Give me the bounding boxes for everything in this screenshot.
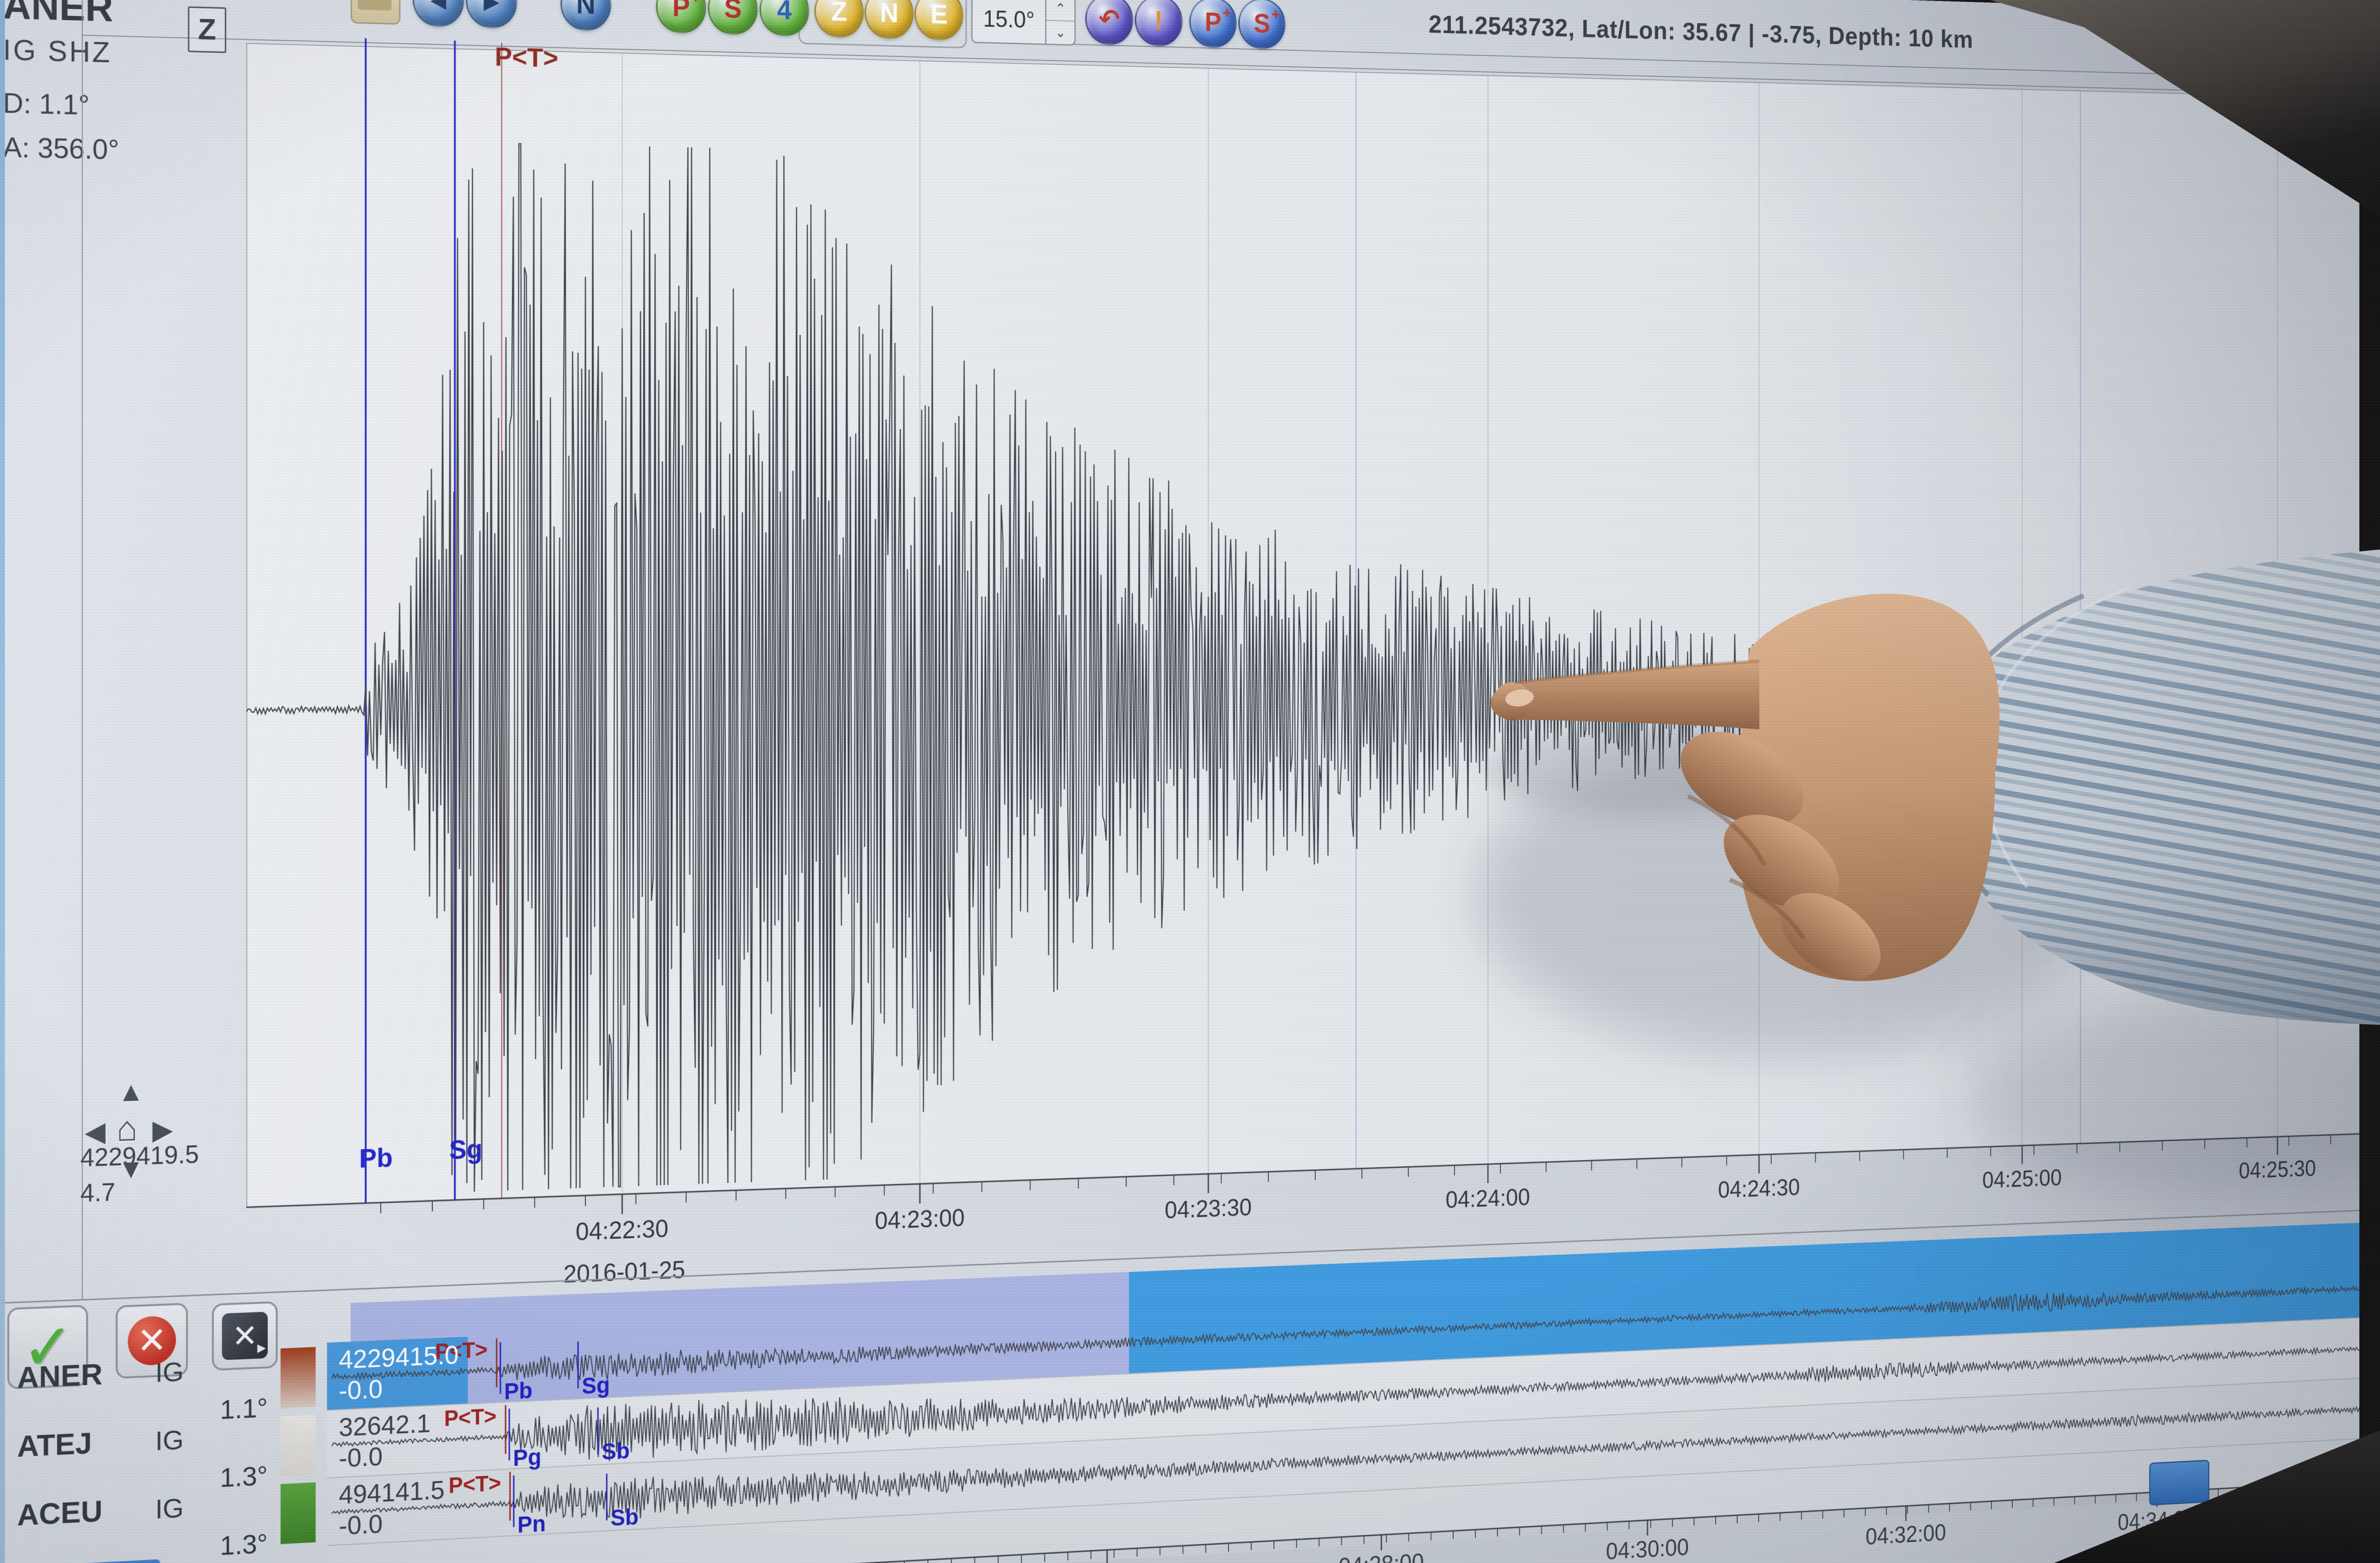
station-distance-label: D: 1.1° bbox=[3, 87, 89, 121]
theoretical-p-icon-glyph: P bbox=[1204, 9, 1221, 36]
home-button[interactable]: ⌂ bbox=[116, 1108, 138, 1149]
pick-s-icon[interactable]: S bbox=[708, 0, 758, 35]
pick-p-icon-glyph: P bbox=[672, 0, 690, 21]
time-axis-label: 04:24:30 bbox=[1702, 1173, 1816, 1204]
uncertainty-4-icon-glyph: 4 bbox=[777, 0, 792, 24]
component-e-button-glyph: E bbox=[930, 1, 947, 29]
align-n-icon[interactable]: N bbox=[561, 0, 611, 31]
align-n-icon-glyph: N bbox=[576, 0, 596, 19]
time-window-spin[interactable]: 15.0°⌃⌄ bbox=[971, 0, 1076, 46]
theoretical-s-icon-glyph: S bbox=[1254, 10, 1270, 37]
station-code-label: ANER bbox=[3, 0, 113, 30]
row-distance: 1.3° bbox=[177, 1527, 268, 1563]
row-amplitude-value: 32642.1 bbox=[339, 1409, 430, 1443]
row-offset-value: -0.0 bbox=[339, 1374, 382, 1406]
svg-text:04:30:00: 04:30:00 bbox=[1606, 1534, 1689, 1563]
time-window-spin-value: 15.0° bbox=[973, 5, 1045, 34]
undo-icon-glyph: ↶ bbox=[1099, 6, 1120, 33]
row-station-code: ATEJ bbox=[17, 1426, 92, 1464]
component-z-button-glyph: Z bbox=[831, 0, 847, 26]
row-station-code: ANER bbox=[17, 1357, 103, 1395]
time-axis-label: 04:23:30 bbox=[1148, 1193, 1268, 1225]
seismogram-trace bbox=[246, 138, 2359, 1200]
theoretical-s-icon[interactable]: S+ bbox=[1238, 0, 1286, 50]
station-channel-label: IG SHZ bbox=[3, 32, 112, 69]
pan-right-button[interactable]: ▶ bbox=[152, 1113, 173, 1146]
folder-icon[interactable] bbox=[350, 0, 400, 25]
row-distance: 1.1° bbox=[177, 1391, 268, 1427]
row-residual-colorbar bbox=[281, 1415, 315, 1476]
theoretical-p-icon[interactable]: P+ bbox=[1189, 0, 1236, 48]
time-axis-label: 04:25:00 bbox=[1967, 1164, 2077, 1194]
component-n-button-glyph: N bbox=[880, 0, 898, 27]
row-distance: 1.3° bbox=[177, 1459, 268, 1495]
dark-x-icon: ✕ bbox=[222, 1312, 268, 1360]
time-axis-label: 04:22:30 bbox=[558, 1214, 686, 1247]
nav-forward-icon-glyph: ▶ bbox=[484, 0, 499, 13]
nav-back-icon[interactable]: ◀ bbox=[413, 0, 464, 28]
alert-icon[interactable]: ! bbox=[1135, 0, 1182, 47]
station-azimuth-label: A: 356.0° bbox=[3, 131, 119, 166]
svg-text:Sb: Sb bbox=[610, 1505, 638, 1531]
row-residual-colorbar bbox=[281, 1482, 315, 1544]
svg-text:Pb: Pb bbox=[504, 1378, 533, 1404]
main-waveform-plot[interactable] bbox=[246, 31, 2359, 1245]
svg-text:04:32:00: 04:32:00 bbox=[1865, 1519, 1946, 1550]
row-amplitude-value: 4229415.0 bbox=[339, 1340, 459, 1375]
nav-back-icon-glyph: ◀ bbox=[430, 0, 446, 11]
component-indicator-box: Z bbox=[188, 6, 226, 53]
row-residual-colorbar bbox=[281, 1347, 315, 1408]
pan-left-button[interactable]: ◀ bbox=[85, 1115, 105, 1148]
row-offset-value: -0.0 bbox=[339, 1442, 382, 1474]
pan-up-button[interactable]: ▲ bbox=[117, 1075, 144, 1108]
row-network: IG bbox=[155, 1423, 184, 1456]
svg-text:Sg: Sg bbox=[582, 1373, 610, 1399]
row-offset-value: -0.0 bbox=[339, 1509, 382, 1541]
pick-p-icon[interactable]: P+ bbox=[656, 0, 706, 34]
p-window-marker-label: P<T> bbox=[495, 41, 558, 74]
plus-glyph: + bbox=[1271, 5, 1280, 24]
screen-left-edge bbox=[0, 0, 5, 1563]
plus-glyph: + bbox=[1223, 4, 1231, 23]
svg-text:P<T>: P<T> bbox=[449, 1470, 501, 1498]
alert-icon-glyph: ! bbox=[1154, 7, 1163, 34]
panel-corner-widget[interactable] bbox=[2149, 1460, 2209, 1506]
pick-pb-label: Pb bbox=[359, 1141, 393, 1174]
row-amplitude-value: 494141.5 bbox=[339, 1475, 444, 1510]
nav-forward-icon[interactable]: ▶ bbox=[466, 0, 517, 29]
pick-sg-label: Sg bbox=[449, 1133, 483, 1165]
seismic-analysis-screen: 211.2543732, Lat/Lon: 35.67 | -3.75, Dep… bbox=[0, 0, 2359, 1563]
pick-s-icon-glyph: S bbox=[724, 0, 742, 23]
left-panel-divider bbox=[82, 0, 83, 1299]
time-axis-label: 04:23:00 bbox=[858, 1203, 982, 1236]
pan-down-button[interactable]: ▼ bbox=[117, 1152, 144, 1185]
svg-text:Sb: Sb bbox=[602, 1438, 630, 1465]
time-axis-label: 04:25:30 bbox=[2224, 1155, 2330, 1185]
svg-text:Pn: Pn bbox=[517, 1511, 546, 1538]
workstation-photo: 211.2543732, Lat/Lon: 35.67 | -3.75, Dep… bbox=[0, 0, 2380, 1563]
row-station-code: ACEU bbox=[17, 1494, 103, 1533]
undo-icon[interactable]: ↶ bbox=[1085, 0, 1133, 46]
time-axis-label: 04:24:00 bbox=[1430, 1183, 1547, 1215]
next-row-selection-chip bbox=[63, 1559, 160, 1563]
row-network: IG bbox=[155, 1492, 184, 1525]
spinner-arrows-icon[interactable]: ⌃⌄ bbox=[1045, 0, 1075, 44]
discard-trace-button[interactable]: ✕ bbox=[212, 1301, 278, 1371]
svg-text:Pg: Pg bbox=[513, 1445, 542, 1471]
plus-glyph: + bbox=[691, 0, 700, 7]
amplitude-min-label: 4.7 bbox=[81, 1178, 115, 1208]
row-network: IG bbox=[155, 1356, 184, 1389]
svg-text:P<T>: P<T> bbox=[444, 1403, 497, 1431]
